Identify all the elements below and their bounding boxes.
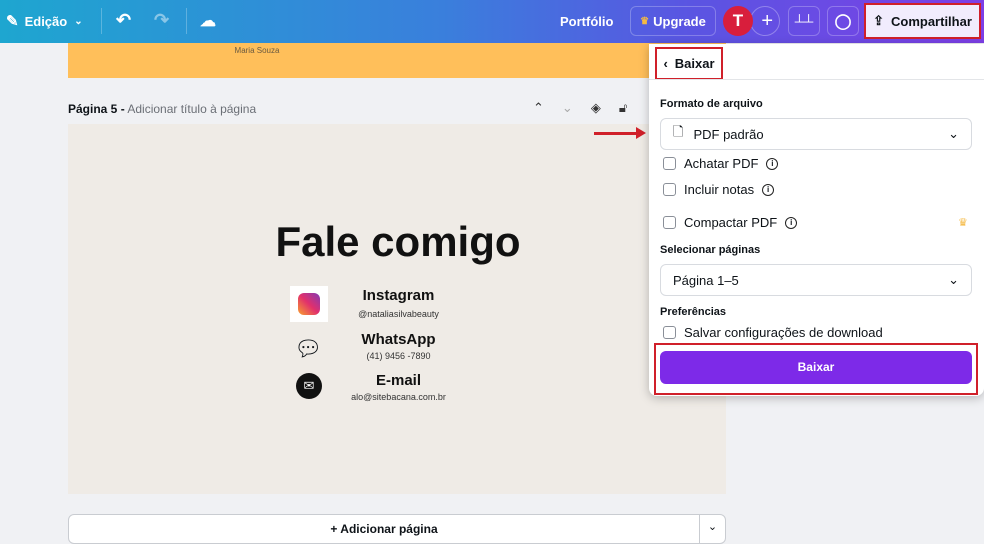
chevron-left-icon: ‹	[663, 56, 668, 71]
move-up-icon[interactable]: ⌃	[533, 100, 544, 116]
pages-select[interactable]: Página 1–5 ⌄	[660, 264, 972, 296]
move-down-icon[interactable]: ⌄	[562, 100, 573, 116]
page-canvas[interactable]: Fale comigo 💬︎ ✉ Instagram @nataliasilva…	[68, 124, 726, 494]
insights-button[interactable]: ┴┴	[788, 6, 820, 36]
divider	[186, 8, 187, 34]
lock-icon[interactable]: 🔓︎	[619, 100, 627, 116]
annotation-arrow	[594, 127, 646, 139]
redo-icon: ↷	[154, 10, 170, 30]
checkbox[interactable]	[663, 157, 676, 170]
flatten-pdf-option[interactable]: Achatar PDF i	[663, 156, 779, 171]
chat-icon: 💬︎	[294, 336, 322, 361]
contact-email: E-mail alo@sitebacana.com.br	[336, 372, 461, 402]
option-label: Compactar PDF	[684, 215, 778, 230]
divider	[101, 8, 102, 34]
contact-title: E-mail	[375, 372, 421, 389]
option-label: Salvar configurações de download	[684, 325, 883, 340]
portfolio-link[interactable]: Portfólio	[560, 14, 613, 29]
chevron-down-icon: ⌄	[74, 15, 83, 27]
edit-menu-button[interactable]: ✎ Edição ⌄	[6, 12, 83, 30]
avatar[interactable]: T	[723, 6, 753, 36]
edit-label: Edição	[24, 13, 68, 29]
back-label: Baixar	[674, 56, 715, 71]
crown-icon: ♛	[640, 15, 650, 27]
instagram-icon	[290, 286, 328, 322]
plus-icon: +	[761, 10, 773, 32]
undo-icon: ↶	[116, 10, 132, 30]
checkbox[interactable]	[663, 326, 676, 339]
upload-icon: ⇪	[873, 13, 884, 28]
compress-pdf-option[interactable]: Compactar PDF i	[663, 215, 798, 230]
checkbox[interactable]	[663, 183, 676, 196]
download-panel: ‹ Baixar Formato de arquivo 🗋︎ PDF padrã…	[649, 44, 984, 396]
chevron-down-icon: ⌄	[948, 272, 959, 287]
preferences-label: Preferências	[660, 306, 727, 318]
portfolio-label: Portfólio	[560, 14, 614, 29]
cloud-check-icon: ☁	[200, 13, 216, 30]
pencil-icon: ✎	[6, 13, 19, 30]
option-label: Incluir notas	[684, 182, 755, 197]
share-button[interactable]: ⇪ Compartilhar	[864, 3, 981, 39]
top-toolbar: ✎ Edição ⌄ ↶ ↷ ☁ Portfólio ♛ Upgrade + T…	[0, 0, 984, 43]
page-controls: ⌃ ⌄ ◈ 🔓︎	[533, 100, 627, 116]
info-icon[interactable]: i	[766, 157, 779, 170]
format-value: PDF padrão	[693, 126, 764, 142]
add-page-bar: + Adicionar página ⌄	[68, 514, 726, 544]
pages-label: Selecionar páginas	[660, 244, 761, 256]
pages-value: Página 1–5	[673, 272, 739, 288]
page-number-label: Página 5 -	[68, 102, 125, 116]
option-label: Achatar PDF	[684, 156, 759, 171]
chevron-down-icon: ⌄	[948, 126, 959, 141]
info-icon[interactable]: i	[762, 183, 775, 196]
contact-title: Instagram	[362, 287, 435, 304]
crown-icon: ♛	[958, 217, 968, 229]
contact-value: (41) 9456 -7890	[366, 351, 431, 361]
mail-icon: ✉	[296, 373, 322, 399]
info-icon[interactable]: i	[785, 216, 798, 229]
share-label: Compartilhar	[891, 13, 972, 29]
divider	[649, 79, 984, 80]
invite-button[interactable]: +	[750, 6, 780, 36]
comments-button[interactable]: ◯	[827, 6, 859, 36]
include-notes-option[interactable]: Incluir notas i	[663, 182, 775, 197]
contact-instagram: Instagram @nataliasilvabeauty	[336, 287, 461, 319]
cloud-saved-button[interactable]: ☁	[200, 11, 216, 31]
page-header: Página 5 - Adicionar título à página	[68, 102, 256, 116]
page-title-input[interactable]: Adicionar título à página	[127, 102, 256, 116]
previous-page[interactable]: Maria Souza	[68, 43, 726, 78]
bar-chart-icon: ┴┴	[794, 13, 814, 29]
document-icon: 🗋︎	[673, 124, 684, 139]
undo-button[interactable]: ↶	[116, 10, 131, 31]
upgrade-label: Upgrade	[653, 13, 706, 29]
redo-button[interactable]: ↷	[154, 10, 169, 31]
save-settings-option[interactable]: Salvar configurações de download	[663, 325, 883, 340]
contact-value: @nataliasilvabeauty	[358, 309, 439, 319]
checkbox[interactable]	[663, 216, 676, 229]
comment-icon: ◯	[834, 13, 852, 30]
format-select[interactable]: 🗋︎ PDF padrão ⌄	[660, 118, 972, 150]
contact-whatsapp: WhatsApp (41) 9456 -7890	[336, 331, 461, 361]
format-label: Formato de arquivo	[660, 98, 763, 110]
page-heading: Fale comigo	[275, 218, 521, 265]
contact-title: WhatsApp	[361, 331, 436, 348]
upgrade-button[interactable]: ♛ Upgrade	[630, 6, 716, 36]
contact-value: alo@sitebacana.com.br	[351, 392, 446, 402]
download-button[interactable]: Baixar	[660, 351, 972, 384]
back-button[interactable]: ‹ Baixar	[655, 47, 723, 80]
hide-icon[interactable]: ◈	[591, 100, 601, 116]
prev-page-text: Maria Souza	[234, 46, 280, 55]
